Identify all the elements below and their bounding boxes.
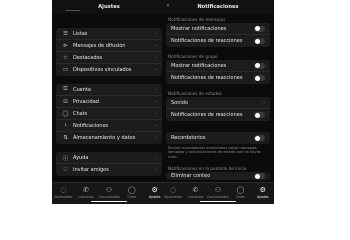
star-icon: ☆ [63, 54, 68, 61]
messages-group: Mostrar notificaciones Notificaciones de… [166, 23, 270, 47]
chevron-right-icon: › [155, 30, 157, 37]
bell-icon: ♮ [64, 122, 67, 129]
megaphone-icon: ⊳ [63, 42, 68, 49]
settings-item-label: Notificaciones [73, 122, 109, 129]
settings-item-label: Privacidad [73, 98, 99, 105]
reminders-row: Recordatorios [166, 132, 270, 144]
lock-icon: ⊡ [63, 98, 68, 105]
settings-item-label: Dispositivos vinculados [73, 67, 132, 73]
chat-bubble-icon: ◯ [236, 186, 245, 194]
community-icon: ⚇ [105, 186, 113, 194]
chevron-right-icon: › [263, 99, 265, 106]
phone-icon: ✆ [83, 186, 90, 194]
group-show-notifications-row: Mostrar notificaciones [166, 60, 270, 72]
updates-icon: ◌ [60, 186, 67, 194]
notifications-screen: ‹ Notificaciones Notificaciones de mensa… [162, 0, 274, 204]
section-header-messages: Notificaciones de mensajes [168, 17, 226, 22]
phone-icon: ✆ [192, 186, 199, 194]
settings-item-label: Chats [73, 110, 88, 117]
settings-item-notificaciones[interactable]: ♮ Notificaciones › [56, 120, 162, 132]
updates-icon: ◌ [170, 186, 177, 194]
community-icon: ⚇ [214, 186, 222, 194]
settings-item-label: Listas [73, 30, 88, 37]
show-notifications-row: Mostrar notificaciones [166, 23, 270, 35]
page-title: Ajustes [98, 4, 120, 10]
home-indicator [200, 200, 236, 202]
tab-novedades[interactable]: ◌ Novedades [53, 186, 73, 204]
status-reaction-notifications-toggle[interactable] [254, 112, 265, 118]
settings-item-destacados[interactable]: ☆ Destacados › [56, 52, 162, 64]
group-reaction-notifications-row: Notificaciones de reacciones [166, 72, 270, 84]
chat-bubble-icon: ◯ [127, 186, 136, 194]
tab-ajustes[interactable]: ⚙ Ajustes [253, 186, 273, 204]
settings-item-cuenta[interactable]: ⚿ Cuenta › [56, 84, 162, 96]
settings-item-invitar[interactable]: ♡ Invitar amigos › [56, 164, 162, 176]
settings-item-almacenamiento[interactable]: ⇅ Almacenamiento y datos › [56, 132, 162, 144]
delete-count-toggle[interactable] [254, 173, 265, 179]
section-header-home-screen: Notificaciones en la pantalla de inicio [168, 166, 247, 171]
group-show-notifications-toggle[interactable] [254, 62, 265, 69]
settings-item-privacidad[interactable]: ⊡ Privacidad › [56, 96, 162, 108]
reminders-toggle[interactable] [254, 135, 265, 141]
reminders-group: Recordatorios [166, 132, 270, 144]
settings-item-label: Cuenta [73, 86, 91, 93]
chevron-right-icon: › [155, 67, 157, 73]
settings-item-label: Almacenamiento y datos [73, 135, 136, 141]
settings-group-account: ⚿ Cuenta › ⊡ Privacidad › ◯ Chats › ♮ No… [56, 84, 162, 144]
show-notifications-toggle[interactable] [254, 25, 265, 32]
reminders-description: Recibe recordatorios ocasionales sobre m… [168, 146, 261, 159]
chevron-right-icon: › [155, 122, 157, 129]
settings-item-label: Destacados [73, 54, 103, 61]
settings-item-dispositivos[interactable]: ▭ Dispositivos vinculados › [56, 64, 162, 76]
settings-screen: Ajustes ☰ Listas › ⊳ Mensajes de difusió… [52, 0, 166, 204]
section-header-status: Notificaciones de estados [168, 91, 222, 96]
groups-group: Mostrar notificaciones Notificaciones de… [166, 60, 270, 84]
chevron-right-icon: › [155, 110, 157, 117]
chat-icon: ◯ [62, 110, 69, 117]
status-sound-row[interactable]: Sonido › [166, 97, 270, 109]
chevron-right-icon: › [155, 135, 157, 141]
key-icon: ⚿ [63, 86, 68, 92]
search-bar-stub [66, 10, 80, 11]
delete-count-row: Eliminar conteo [166, 172, 270, 180]
reaction-notifications-toggle[interactable] [254, 38, 265, 44]
settings-item-label: Ayuda [73, 154, 89, 161]
settings-item-label: Mensajes de difusión [73, 42, 126, 49]
chevron-right-icon: › [155, 167, 157, 173]
laptop-icon: ▭ [62, 67, 69, 73]
settings-item-difusion[interactable]: ⊳ Mensajes de difusión › [56, 40, 162, 52]
notifications-header: ‹ Notificaciones [162, 0, 274, 14]
page-title: Notificaciones [197, 4, 239, 10]
list-icon: ☰ [63, 30, 68, 37]
heart-icon: ♡ [63, 167, 68, 173]
settings-header: Ajustes [52, 0, 166, 14]
chevron-right-icon: › [155, 86, 157, 93]
settings-group-help: ⓘ Ayuda › ♡ Invitar amigos › [56, 152, 162, 176]
settings-item-chats[interactable]: ◯ Chats › [56, 108, 162, 120]
chevron-right-icon: › [155, 98, 157, 105]
home-indicator [91, 200, 127, 202]
settings-item-ayuda[interactable]: ⓘ Ayuda › [56, 152, 162, 164]
reaction-notifications-row: Notificaciones de reacciones [166, 35, 270, 47]
settings-item-listas[interactable]: ☰ Listas › [56, 28, 162, 40]
section-header-groups: Notificaciones de grupo [168, 54, 218, 59]
group-reaction-notifications-toggle[interactable] [254, 75, 265, 81]
settings-item-label: Invitar amigos [73, 167, 109, 173]
settings-group-tools: ☰ Listas › ⊳ Mensajes de difusión › ☆ De… [56, 28, 162, 76]
chevron-right-icon: › [155, 54, 157, 61]
status-group: Sonido › Notificaciones de reacciones [166, 97, 270, 121]
home-screen-group: Eliminar conteo [166, 172, 270, 180]
storage-icon: ⇅ [63, 135, 68, 141]
chevron-right-icon: › [155, 154, 157, 161]
tab-novedades[interactable]: ◌ Novedades [163, 186, 183, 204]
gear-icon: ⚙ [151, 186, 158, 194]
info-icon: ⓘ [62, 155, 69, 162]
status-reaction-notifications-row: Notificaciones de reacciones [166, 109, 270, 121]
chevron-right-icon: › [155, 42, 157, 49]
gear-icon: ⚙ [259, 186, 266, 194]
